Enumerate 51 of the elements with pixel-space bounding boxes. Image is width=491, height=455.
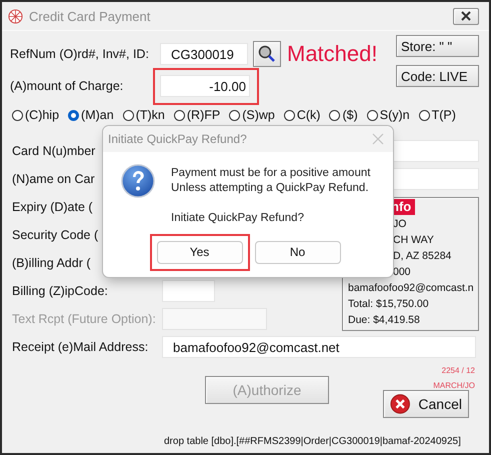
cancel-icon bbox=[390, 393, 410, 415]
close-button[interactable] bbox=[453, 8, 479, 24]
field-label: Text Rcpt (Future Option): bbox=[12, 312, 157, 326]
dialog-title: Initiate QuickPay Refund? bbox=[108, 132, 247, 146]
cancel-button[interactable]: Cancel bbox=[383, 390, 469, 418]
info-line: bamafoofoo92@comcast.n bbox=[347, 282, 475, 295]
info-line: 000 bbox=[392, 266, 412, 279]
radio-option[interactable]: (M)an bbox=[68, 108, 114, 122]
info-line: CH WAY bbox=[392, 234, 435, 247]
question-icon bbox=[121, 164, 155, 198]
radio-option[interactable]: S(y)n bbox=[366, 108, 410, 122]
info-line: Due: $4,419.58 bbox=[347, 314, 421, 327]
field-label: Card N(u)mber bbox=[12, 144, 96, 158]
search-button[interactable] bbox=[253, 41, 281, 67]
radio-option[interactable]: C(k) bbox=[284, 108, 320, 122]
dialog-message: Payment must be for a positive amount Unless attempting a QuickPay Refund. bbox=[171, 166, 370, 196]
footer-text: drop table [dbo].[##RFMS2399|Order|CG300019|bamaf-20240925] bbox=[163, 435, 462, 447]
field-label: Receipt (e)Mail Address: bbox=[12, 340, 150, 354]
info-line: D, AZ 85284 bbox=[392, 250, 452, 263]
match-status: Matched! bbox=[287, 41, 378, 67]
refnum-field[interactable]: CG300019 bbox=[160, 43, 248, 65]
field-label: Expiry (D)ate ( bbox=[12, 200, 94, 214]
close-icon bbox=[460, 11, 472, 21]
amount-field[interactable]: -10.00 bbox=[160, 75, 250, 97]
window-title: Credit Card Payment bbox=[29, 8, 152, 24]
field-label: Security Code ( bbox=[12, 228, 100, 242]
no-button[interactable]: No bbox=[254, 240, 340, 264]
info-line: Total: $15,750.00 bbox=[347, 298, 430, 311]
close-icon[interactable] bbox=[371, 132, 385, 146]
radio-option[interactable]: (C)hip bbox=[12, 108, 60, 122]
field-label: (A)mount of Charge: bbox=[10, 79, 124, 93]
zip-field[interactable] bbox=[162, 280, 215, 302]
radio-option[interactable]: (R)FP bbox=[174, 108, 220, 122]
note-text: 2254 / 12 bbox=[442, 366, 475, 375]
app-icon bbox=[8, 8, 23, 24]
radio-option[interactable]: T(P) bbox=[418, 108, 456, 122]
dialog-question: Initiate QuickPay Refund? bbox=[171, 211, 305, 226]
search-icon bbox=[258, 45, 276, 63]
radio-option[interactable]: (T)kn bbox=[122, 108, 165, 122]
info-line: JO bbox=[392, 218, 408, 231]
field-label: RefNum (O)rd#, Inv#, ID: bbox=[10, 47, 150, 61]
field-label: Billing (Z)ipCode: bbox=[12, 284, 109, 298]
info-button[interactable]: Store: " " bbox=[396, 35, 479, 57]
field-label: (N)ame on Car bbox=[12, 172, 96, 186]
radio-option[interactable]: ($) bbox=[329, 108, 358, 122]
info-button[interactable]: Code: LIVE bbox=[396, 65, 479, 87]
radio-option[interactable]: (S)wp bbox=[229, 108, 275, 122]
field-label: (B)illing Addr ( bbox=[12, 256, 92, 270]
yes-button[interactable]: Yes bbox=[156, 240, 242, 264]
email-field[interactable]: bamafoofoo92@comcast.net bbox=[162, 336, 476, 358]
note-text: MARCH/JO bbox=[433, 381, 475, 390]
